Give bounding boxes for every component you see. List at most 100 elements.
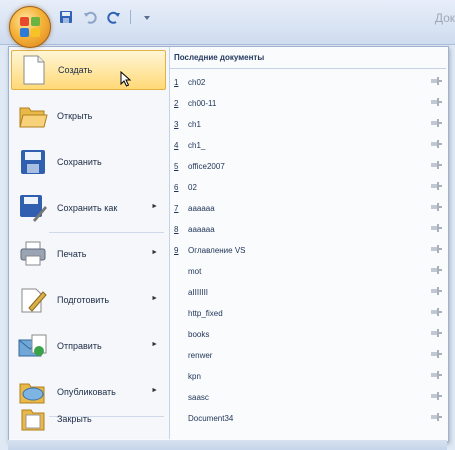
recent-document-name: renwer <box>188 351 213 360</box>
recent-document-name: saasc <box>188 393 209 402</box>
recent-documents-title: Последние документы <box>170 47 446 69</box>
close-folder-icon <box>15 406 51 432</box>
recent-document-name: Оглавление VS <box>188 246 246 255</box>
pin-icon[interactable] <box>430 412 442 424</box>
mouse-cursor-icon <box>120 71 132 87</box>
pin-icon[interactable] <box>430 349 442 361</box>
toolbar-separator <box>130 10 131 24</box>
recent-document-name: аааааа <box>188 204 215 213</box>
recent-document-number: 6 <box>174 183 179 192</box>
recent-document-item[interactable]: 2 ch00-11 <box>170 96 446 112</box>
recent-document-item[interactable]: mot <box>170 264 446 280</box>
recent-document-item[interactable]: saasc <box>170 390 446 406</box>
recent-document-item[interactable]: 7 аааааа <box>170 201 446 217</box>
recent-document-name: ch1_ <box>188 141 206 150</box>
recent-document-name: аааааа <box>188 225 215 234</box>
recent-document-number: 1 <box>174 78 179 87</box>
pin-icon[interactable] <box>430 202 442 214</box>
recent-document-number: 9 <box>174 246 179 255</box>
pin-icon[interactable] <box>430 244 442 256</box>
recent-document-item[interactable]: http_fixed <box>170 306 446 322</box>
menu-item-label: Опубликовать <box>57 387 116 397</box>
menu-item-label: Сохранить <box>57 157 102 167</box>
menu-item-print[interactable]: Печать ► <box>11 234 166 274</box>
recent-document-number: 8 <box>174 225 179 234</box>
recent-document-item[interactable]: Document34 <box>170 411 446 427</box>
pin-icon[interactable] <box>430 97 442 109</box>
recent-document-name: 02 <box>188 183 197 192</box>
recent-document-item[interactable]: aIIIIIII <box>170 285 446 301</box>
pin-icon[interactable] <box>430 181 442 193</box>
title-bar: Док <box>0 0 455 48</box>
recent-document-item[interactable]: 1 ch02 <box>170 75 446 91</box>
recent-documents-panel: Последние документы 1 ch02 2 ch00-11 3 ch1 4 ch… <box>170 47 446 439</box>
pin-icon[interactable] <box>430 139 442 151</box>
recent-document-item[interactable]: 9 Оглавление VS <box>170 243 446 259</box>
prepare-icon <box>15 286 51 314</box>
recent-document-item[interactable]: 4 ch1_ <box>170 138 446 154</box>
new-document-icon <box>16 55 52 85</box>
recent-document-item[interactable]: renwer <box>170 348 446 364</box>
menu-item-save[interactable]: Сохранить <box>11 142 166 182</box>
recent-document-name: aIIIIIII <box>188 288 209 297</box>
recent-document-item[interactable]: 6 02 <box>170 180 446 196</box>
pin-icon[interactable] <box>430 307 442 319</box>
window-title: Док <box>434 11 455 25</box>
menu-item-label: Закрыть <box>57 414 92 424</box>
recent-document-name: ch1 <box>188 120 201 129</box>
menu-item-save-as[interactable]: Сохранить как ► <box>11 188 166 228</box>
menu-item-send[interactable]: Отправить ► <box>11 326 166 366</box>
pin-icon[interactable] <box>430 223 442 235</box>
pin-icon[interactable] <box>430 391 442 403</box>
office-logo-icon <box>20 17 40 37</box>
menu-item-label: Подготовить <box>57 295 110 305</box>
menu-item-open[interactable]: Открыть <box>11 96 166 136</box>
recent-document-number: 3 <box>174 120 179 129</box>
pin-icon[interactable] <box>430 286 442 298</box>
save-icon[interactable] <box>58 9 74 25</box>
menu-item-close[interactable]: Закрыть <box>11 399 166 439</box>
submenu-arrow-icon: ► <box>151 203 158 210</box>
menu-item-label: Сохранить как <box>57 203 118 213</box>
pin-icon[interactable] <box>430 76 442 88</box>
customize-toolbar-icon[interactable] <box>139 9 155 25</box>
open-folder-icon <box>15 103 51 129</box>
menu-item-prepare[interactable]: Подготовить ► <box>11 280 166 320</box>
recent-document-item[interactable]: 3 ch1 <box>170 117 446 133</box>
printer-icon <box>15 241 51 267</box>
menu-item-label: Открыть <box>57 111 93 121</box>
recent-document-name: mot <box>188 267 202 276</box>
recent-document-name: books <box>188 330 210 339</box>
pin-icon[interactable] <box>430 370 442 382</box>
undo-icon[interactable] <box>82 9 98 25</box>
quick-access-toolbar <box>58 9 155 25</box>
redo-icon[interactable] <box>106 9 122 25</box>
pin-icon[interactable] <box>430 328 442 340</box>
save-as-icon <box>15 194 51 222</box>
send-icon <box>15 333 51 359</box>
recent-document-name: office2007 <box>188 162 225 171</box>
menu-item-label: Печать <box>57 249 87 259</box>
recent-document-number: 2 <box>174 99 179 108</box>
recent-document-number: 4 <box>174 141 179 150</box>
menu-commands: Создать Открыть Сохранить Сохранить как … <box>9 47 170 439</box>
recent-document-name: http_fixed <box>188 309 223 318</box>
submenu-arrow-icon: ► <box>151 387 158 394</box>
office-menu: Создать Открыть Сохранить Сохранить как … <box>8 46 449 442</box>
recent-document-name: ch00-11 <box>188 99 217 108</box>
pin-icon[interactable] <box>430 265 442 277</box>
save-disk-icon <box>15 149 51 175</box>
submenu-arrow-icon: ► <box>151 341 158 348</box>
menu-item-label: Создать <box>58 65 93 75</box>
recent-document-name: kpn <box>188 372 201 381</box>
pin-icon[interactable] <box>430 118 442 130</box>
menu-item-new[interactable]: Создать <box>11 50 166 90</box>
recent-document-number: 5 <box>174 162 179 171</box>
recent-document-item[interactable]: 5 office2007 <box>170 159 446 175</box>
office-button[interactable] <box>9 6 51 48</box>
menu-footer <box>8 440 447 450</box>
recent-document-item[interactable]: kpn <box>170 369 446 385</box>
pin-icon[interactable] <box>430 160 442 172</box>
recent-document-item[interactable]: books <box>170 327 446 343</box>
recent-document-item[interactable]: 8 аааааа <box>170 222 446 238</box>
